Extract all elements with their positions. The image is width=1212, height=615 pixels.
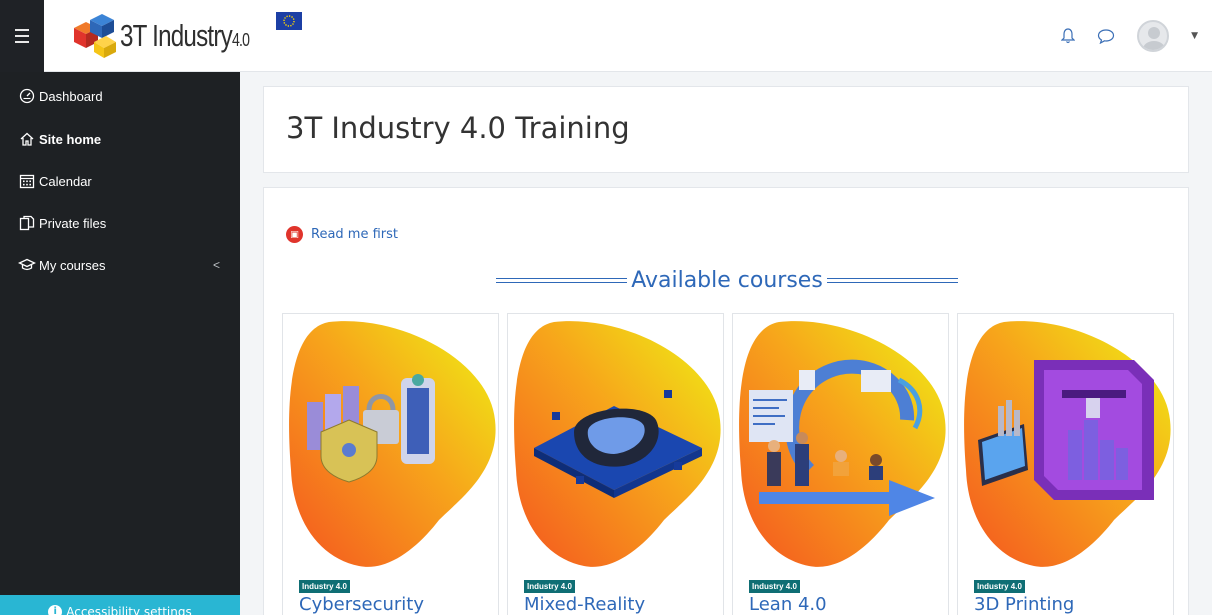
accessibility-label: Accessibility settings	[66, 605, 192, 615]
pdf-icon: ▣	[286, 226, 303, 243]
chevron-left-icon[interactable]: <	[213, 258, 220, 272]
available-courses-heading: Available courses	[496, 268, 959, 293]
course-name-link[interactable]: Cybersecurity	[299, 594, 424, 615]
sidebar-item-private-files[interactable]: Private files	[0, 202, 240, 244]
sidebar-item-label: Calendar	[39, 173, 92, 189]
lean-course-image[interactable]	[739, 320, 949, 572]
top-navbar: 3T Industry4.0 ▼	[0, 0, 1212, 72]
page-title: 3T Industry 4.0 Training	[286, 111, 630, 145]
menu-icon	[15, 27, 29, 45]
readme-link[interactable]: ▣ Read me first	[286, 226, 398, 243]
home-icon	[20, 132, 34, 146]
course-card[interactable]: Industry 4.0 3D Printing	[957, 313, 1174, 615]
course-name-link[interactable]: Lean 4.0	[749, 594, 827, 615]
sidebar-item-label: Private files	[39, 215, 107, 231]
chevron-down-icon[interactable]: ▼	[1191, 31, 1198, 41]
course-category-badge: Industry 4.0	[524, 580, 575, 593]
main-content-card: ▣ Read me first Available courses Indust…	[263, 187, 1189, 615]
logo-cube-icon	[74, 14, 116, 58]
course-name-link[interactable]: 3D Printing	[974, 594, 1074, 615]
dashboard-icon	[19, 88, 35, 104]
user-avatar[interactable]	[1137, 20, 1170, 52]
3d-printing-course-image[interactable]	[964, 320, 1174, 572]
site-logo[interactable]: 3T Industry4.0	[68, 14, 286, 58]
calendar-icon	[19, 174, 35, 189]
logo-text: 3T Industry4.0	[120, 18, 250, 53]
course-card[interactable]: Industry 4.0 Cybersecurity	[282, 313, 499, 615]
bell-icon[interactable]	[1061, 28, 1076, 44]
heading-divider-left	[496, 278, 628, 283]
page-header-card: 3T Industry 4.0 Training	[263, 86, 1189, 173]
accessibility-settings-button[interactable]: i Accessibility settings	[0, 595, 240, 615]
course-category-badge: Industry 4.0	[974, 580, 1025, 593]
sidebar-item-label: My courses	[39, 257, 106, 273]
files-icon	[19, 215, 35, 231]
eu-flag-icon	[276, 12, 302, 30]
sidebar-item-calendar[interactable]: Calendar	[0, 160, 240, 202]
heading-divider-right	[826, 278, 959, 283]
sidebar-item-site-home[interactable]: Site home	[0, 118, 240, 160]
readme-link-label: Read me first	[311, 227, 398, 242]
navbar-actions: ▼	[1061, 0, 1198, 72]
chat-bubble-icon[interactable]	[1097, 28, 1115, 44]
course-card[interactable]: Industry 4.0 Mixed-Reality	[507, 313, 724, 615]
mixed-reality-course-image[interactable]	[514, 320, 724, 572]
course-category-badge: Industry 4.0	[749, 580, 800, 593]
course-name-link[interactable]: Mixed-Reality	[524, 594, 645, 615]
info-icon: i	[48, 605, 63, 615]
section-title: Available courses	[631, 268, 823, 293]
sidebar-item-my-courses[interactable]: My courses <	[0, 244, 240, 286]
graduation-cap-icon	[18, 258, 36, 271]
sidebar-item-dashboard[interactable]: Dashboard	[0, 72, 240, 118]
course-card[interactable]: Industry 4.0 Lean 4.0	[732, 313, 949, 615]
sidebar-item-label: Site home	[39, 131, 102, 147]
cybersecurity-course-image[interactable]	[289, 320, 499, 572]
sidebar: Dashboard Site home Calendar Private fil…	[0, 72, 240, 615]
hamburger-menu-button[interactable]	[0, 0, 44, 72]
sidebar-item-label: Dashboard	[39, 88, 103, 104]
course-list: Industry 4.0 Cybersecurity Industry 4.0 …	[282, 313, 1174, 615]
course-category-badge: Industry 4.0	[299, 580, 350, 593]
